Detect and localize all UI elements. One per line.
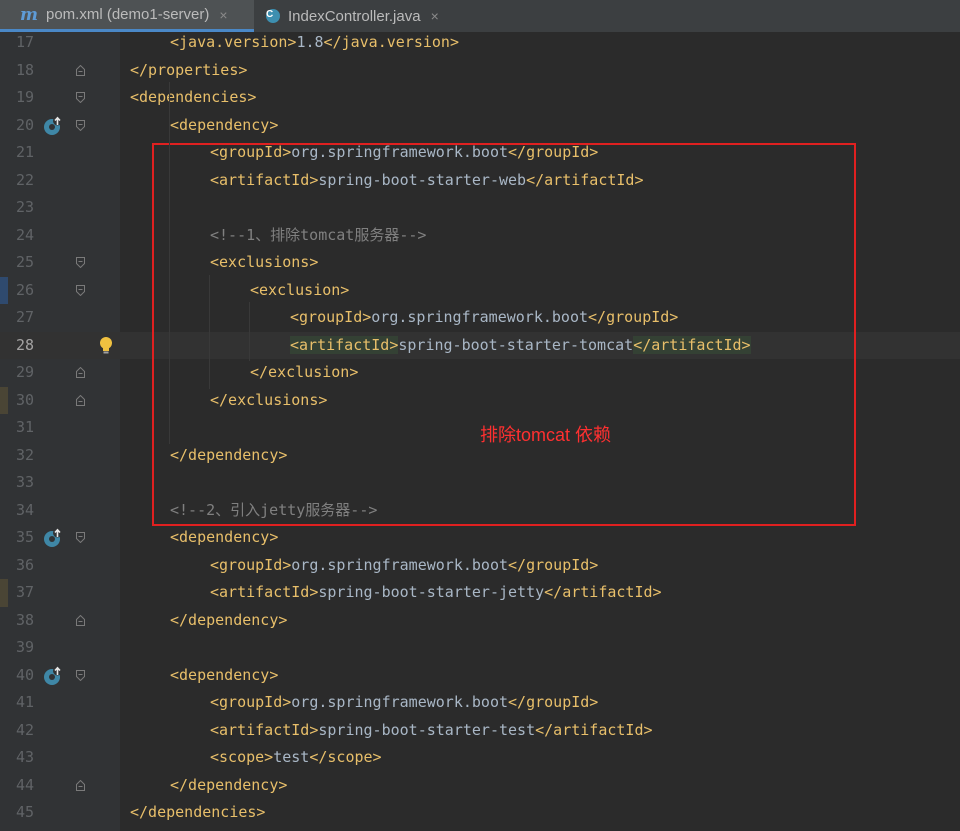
line-number: 33 bbox=[15, 473, 34, 491]
code-text: <java.version>1.8</java.version> bbox=[170, 33, 459, 51]
line-number: 28 bbox=[15, 335, 34, 354]
code-text: <groupId>org.springframework.boot</group… bbox=[210, 555, 599, 574]
line-number: 39 bbox=[15, 638, 34, 656]
line-number: 25 bbox=[15, 253, 34, 271]
code-text: </dependency> bbox=[170, 610, 288, 629]
fold-close-icon[interactable] bbox=[76, 394, 85, 406]
fold-open-icon[interactable] bbox=[76, 669, 85, 681]
fold-open-icon[interactable] bbox=[76, 532, 85, 543]
code-text: </dependencies> bbox=[130, 803, 266, 821]
tab-pom-xml[interactable]: m pom.xml (demo1-server) × bbox=[0, 0, 254, 32]
code-line[interactable]: 38 </dependency> bbox=[0, 607, 960, 635]
code-text: </properties> bbox=[130, 60, 248, 79]
highlight-box bbox=[152, 143, 856, 526]
line-number: 19 bbox=[15, 88, 34, 106]
code-text: <groupId>org.springframework.boot</group… bbox=[210, 693, 599, 711]
change-marker bbox=[0, 276, 8, 304]
line-number: 34 bbox=[15, 500, 34, 519]
code-line[interactable]: 40 <dependency> bbox=[0, 662, 960, 690]
line-number: 43 bbox=[15, 748, 34, 766]
line-number: 24 bbox=[15, 225, 34, 244]
tab-label: pom.xml (demo1-server) bbox=[46, 6, 210, 23]
code-line[interactable]: 36 <groupId>org.springframework.boot</gro… bbox=[0, 552, 960, 580]
fold-open-icon[interactable] bbox=[76, 119, 85, 131]
indent-guide bbox=[169, 82, 170, 444]
line-number: 29 bbox=[15, 363, 34, 381]
code-text: <dependencies> bbox=[130, 88, 257, 106]
line-number: 40 bbox=[15, 665, 34, 684]
lightbulb-icon[interactable] bbox=[99, 336, 113, 356]
line-number: 44 bbox=[15, 775, 34, 794]
java-class-icon: C bbox=[266, 9, 280, 23]
line-number: 18 bbox=[15, 60, 34, 79]
indent-guide bbox=[249, 302, 250, 361]
fold-open-icon[interactable] bbox=[76, 92, 85, 103]
line-number: 23 bbox=[15, 198, 34, 216]
code-line[interactable]: 35 <dependency> bbox=[0, 524, 960, 552]
annotation-label: 排除tomcat 依赖 bbox=[480, 425, 612, 445]
line-number: 41 bbox=[15, 693, 34, 711]
line-number: 21 bbox=[15, 143, 34, 161]
code-line[interactable]: 19 <dependencies> bbox=[0, 84, 960, 112]
change-marker bbox=[0, 579, 8, 607]
maven-dependency-gutter-icon[interactable] bbox=[43, 528, 63, 548]
code-line[interactable]: 43 <scope>test</scope> bbox=[0, 744, 960, 772]
line-number: 42 bbox=[15, 720, 34, 739]
code-line[interactable]: 37 <artifactId>spring-boot-starter-jetty<… bbox=[0, 579, 960, 607]
code-line[interactable]: 17 <java.version>1.8</java.version> bbox=[0, 29, 960, 57]
code-line[interactable]: 20 <dependency> bbox=[0, 112, 960, 140]
maven-m-icon: m bbox=[20, 4, 38, 25]
line-number: 45 bbox=[15, 803, 34, 821]
code-line[interactable]: 45 </dependencies> bbox=[0, 799, 960, 827]
line-number: 32 bbox=[15, 445, 34, 464]
close-icon[interactable]: × bbox=[219, 7, 227, 23]
code-editor[interactable]: 17 <java.version>1.8</java.version> 18 </pr… bbox=[0, 32, 960, 831]
code-line[interactable]: 18 </properties> bbox=[0, 57, 960, 85]
code-text: <dependency> bbox=[170, 115, 279, 134]
change-marker bbox=[0, 386, 8, 414]
fold-close-icon[interactable] bbox=[76, 367, 85, 378]
code-text: <dependency> bbox=[170, 665, 279, 684]
code-text: <artifactId>spring-boot-starter-jetty</a… bbox=[210, 583, 662, 601]
code-line[interactable]: 39 bbox=[0, 634, 960, 662]
code-line[interactable]: 41 <groupId>org.springframework.boot</gro… bbox=[0, 689, 960, 717]
fold-open-icon[interactable] bbox=[76, 257, 85, 268]
line-number: 17 bbox=[15, 33, 34, 51]
code-text: </dependency> bbox=[170, 775, 288, 794]
fold-close-icon[interactable] bbox=[76, 614, 85, 626]
line-number: 36 bbox=[15, 555, 34, 574]
code-text: <scope>test</scope> bbox=[210, 748, 382, 766]
fold-close-icon[interactable] bbox=[76, 779, 85, 791]
line-number: 35 bbox=[15, 528, 34, 546]
maven-dependency-gutter-icon[interactable] bbox=[43, 666, 63, 686]
tab-index-controller[interactable]: C IndexController.java × bbox=[258, 0, 468, 32]
fold-open-icon[interactable] bbox=[76, 284, 85, 296]
maven-dependency-gutter-icon[interactable] bbox=[43, 116, 63, 136]
code-text: <dependency> bbox=[170, 528, 279, 546]
line-number: 31 bbox=[15, 418, 34, 436]
line-number: 20 bbox=[15, 115, 34, 134]
line-number: 27 bbox=[15, 308, 34, 326]
code-line[interactable]: 44 </dependency> bbox=[0, 772, 960, 800]
fold-close-icon[interactable] bbox=[76, 64, 85, 76]
code-line[interactable]: 42 <artifactId>spring-boot-starter-test</… bbox=[0, 717, 960, 745]
code-text: <artifactId>spring-boot-starter-test</ar… bbox=[210, 720, 653, 739]
indent-guide bbox=[209, 274, 210, 389]
tab-label: IndexController.java bbox=[288, 7, 421, 25]
line-number: 38 bbox=[15, 610, 34, 629]
close-icon[interactable]: × bbox=[431, 8, 439, 24]
line-number: 22 bbox=[15, 170, 34, 189]
